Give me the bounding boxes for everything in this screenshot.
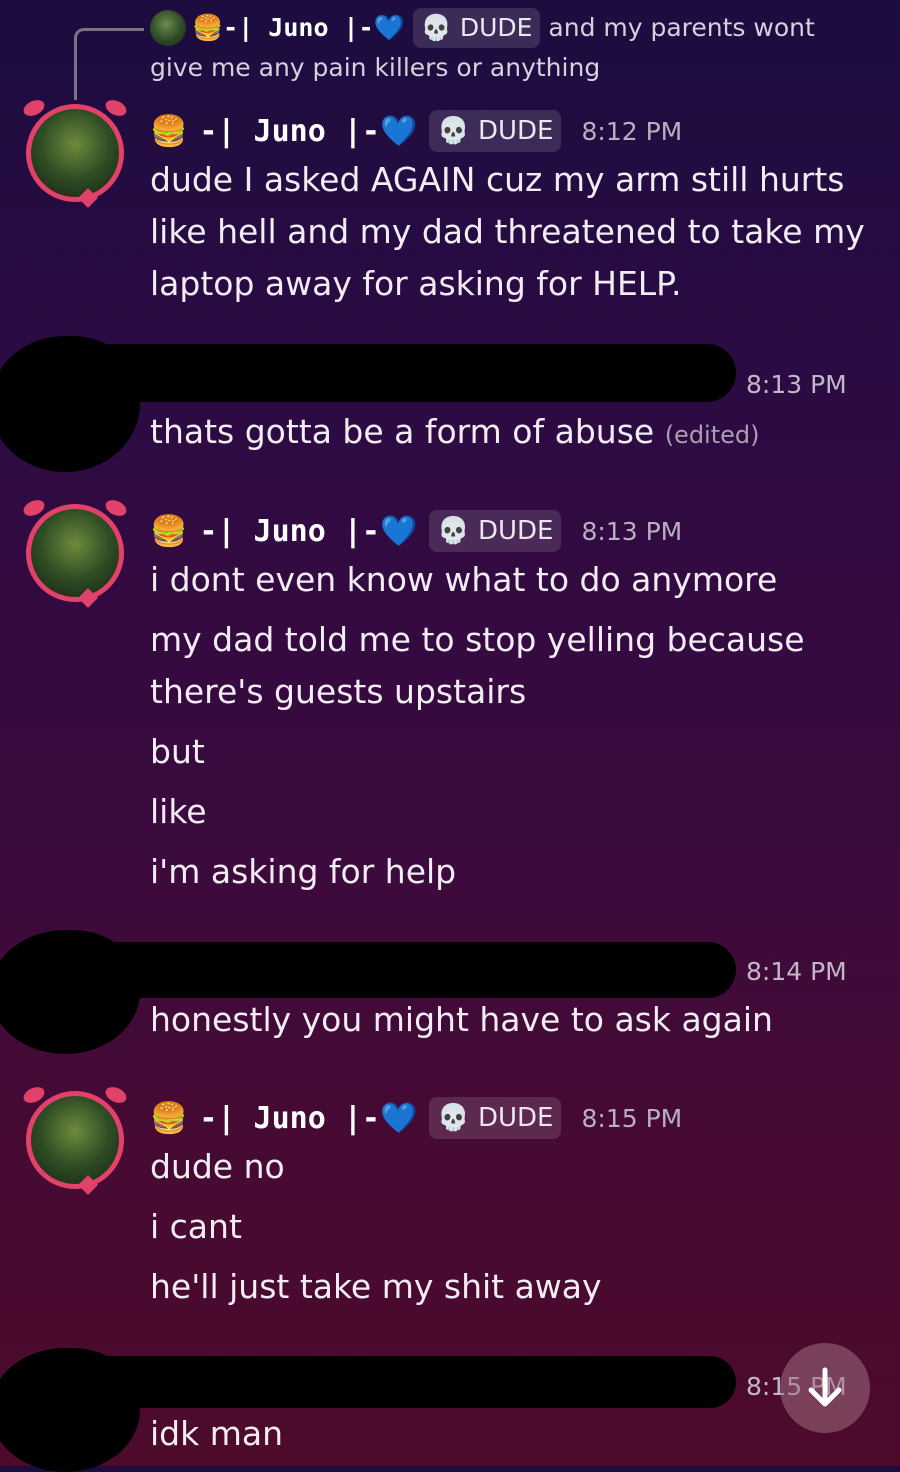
message-text[interactable]: like hell and my dad threatened to take … (150, 212, 865, 251)
burger-icon: 🍔 (150, 513, 188, 549)
redaction-mark (60, 942, 736, 998)
message-text[interactable]: but (150, 732, 205, 771)
role-tag: 💀 DUDE (429, 110, 562, 152)
skull-icon: 💀 (437, 1103, 470, 1133)
timestamp: 8:13 PM (581, 516, 683, 546)
message-text[interactable]: thats gotta be a form of abuse (edited) (150, 412, 760, 451)
timestamp: 8:12 PM (581, 116, 683, 146)
message-text[interactable]: i cant (150, 1207, 242, 1246)
heart-icon: 💙 (379, 1100, 418, 1136)
burger-icon: 🍔 (192, 13, 224, 42)
username[interactable]: -| Juno |- (199, 514, 380, 549)
burger-icon: 🍔 (150, 1100, 188, 1136)
message-text[interactable]: my dad told me to stop yelling because (150, 620, 805, 659)
message-text[interactable]: dude I asked AGAIN cuz my arm still hurt… (150, 160, 845, 199)
message-text[interactable]: he'll just take my shit away (150, 1267, 602, 1306)
timestamp: 8:14 PM (746, 957, 847, 986)
message-header: 🍔 -| Juno |- 💙 💀 DUDE 8:12 PM (150, 109, 682, 153)
edited-label: (edited) (664, 421, 760, 449)
arrow-down-icon (808, 1367, 842, 1407)
heart-icon: 💙 (379, 113, 418, 149)
message-text[interactable]: there's guests upstairs (150, 672, 526, 711)
reply-connector (74, 28, 144, 100)
skull-icon: 💀 (420, 13, 452, 42)
redaction-mark (60, 344, 736, 402)
message-text[interactable]: idk man (150, 1414, 283, 1453)
redaction-mark (60, 1356, 736, 1408)
skull-icon: 💀 (437, 116, 470, 146)
timestamp: 8:13 PM (746, 370, 847, 399)
scroll-to-bottom-button[interactable] (780, 1343, 870, 1433)
heart-icon: 💙 (373, 13, 405, 42)
heart-icon: 💙 (379, 513, 418, 549)
skull-icon: 💀 (437, 516, 470, 546)
avatar[interactable] (21, 97, 129, 208)
username[interactable]: -| Juno |- (199, 114, 380, 149)
avatar[interactable] (21, 497, 129, 608)
message-text[interactable]: dude no (150, 1147, 285, 1186)
burger-icon: 🍔 (150, 113, 188, 149)
reply-tag: 💀 DUDE (412, 8, 541, 48)
message-text[interactable]: laptop away for asking for HELP. (150, 264, 681, 303)
message-text[interactable]: i'm asking for help (150, 852, 456, 891)
username[interactable]: -| Juno |- (199, 1101, 380, 1136)
reply-author[interactable]: -| Juno |- (223, 13, 374, 42)
role-tag: 💀 DUDE (429, 1097, 562, 1139)
avatar[interactable] (21, 1084, 129, 1195)
reply-preview[interactable]: 🍔-| Juno |-💙 💀 DUDE and my parents wont … (150, 8, 870, 88)
role-tag: 💀 DUDE (429, 510, 562, 552)
message-header: 🍔 -| Juno |- 💙 💀 DUDE 8:13 PM (150, 509, 682, 553)
message-text[interactable]: like (150, 792, 207, 831)
message-text[interactable]: i dont even know what to do anymore (150, 560, 777, 599)
message-header: 🍔 -| Juno |- 💙 💀 DUDE 8:15 PM (150, 1096, 682, 1140)
message-text[interactable]: honestly you might have to ask again (150, 1000, 773, 1039)
timestamp: 8:15 PM (581, 1103, 683, 1133)
